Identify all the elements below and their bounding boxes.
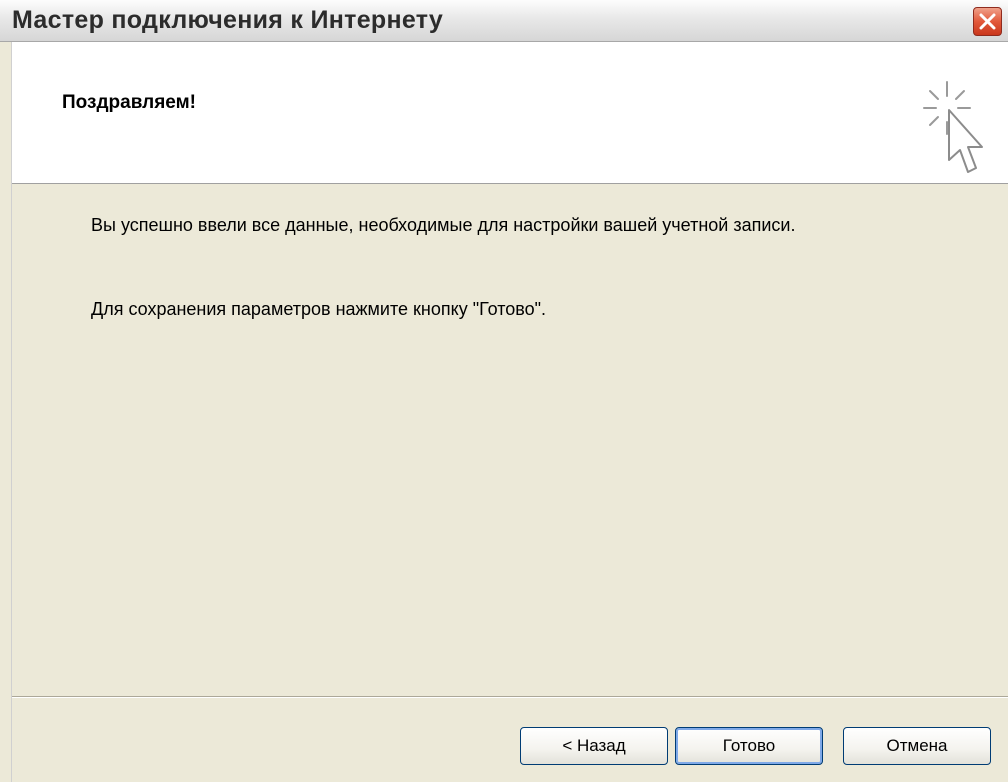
window-title: Мастер подключения к Интернету [12,6,444,34]
finish-instruction: Для сохранения параметров нажмите кнопку… [91,299,547,319]
success-message: Вы успешно ввели все данные, необходимые… [91,215,796,235]
page-heading: Поздравляем! [62,92,196,113]
back-button[interactable]: < Назад [520,727,668,765]
pointer-cursor-sparkle-icon [923,81,983,173]
cancel-button[interactable]: Отмена [843,727,991,765]
wizard-content: Вы успешно ввели все данные, необходимые… [12,184,1008,696]
close-button[interactable] [973,7,1002,36]
window-left-frame [0,42,12,782]
button-separator [12,696,1008,698]
wizard-header: Поздравляем! [12,42,1008,184]
close-icon [979,13,996,30]
title-bar[interactable]: Мастер подключения к Интернету [0,0,1008,42]
finish-button[interactable]: Готово [675,727,823,765]
